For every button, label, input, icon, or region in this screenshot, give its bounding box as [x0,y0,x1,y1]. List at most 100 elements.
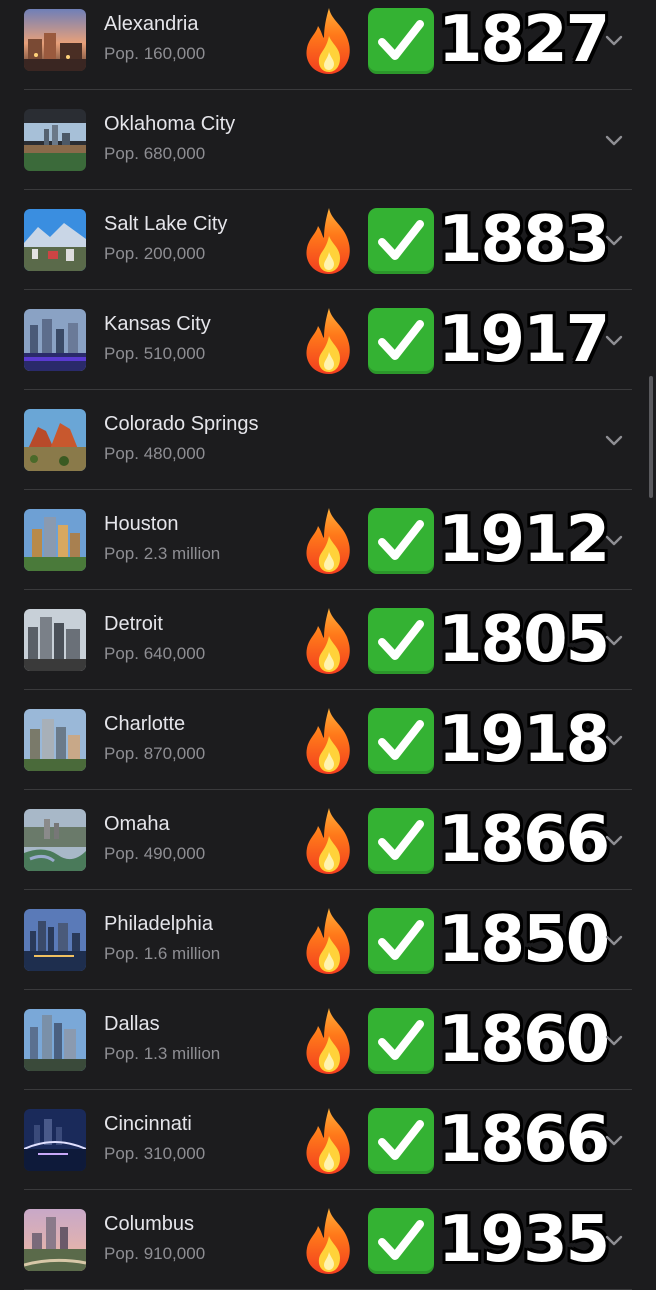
city-name: Houston [104,513,179,535]
check-mark-button-icon [368,708,434,774]
city-name: Alexandria [104,13,199,35]
city-thumbnail [24,209,86,271]
chevron-down-icon[interactable] [604,230,624,250]
fire-icon [300,606,358,676]
chevron-down-icon[interactable] [604,930,624,950]
fire-icon [300,1006,358,1076]
city-name: Salt Lake City [104,213,228,235]
chevron-down-icon[interactable] [604,1130,624,1150]
year-badge: 1935 [300,1200,612,1280]
city-row[interactable]: Charlotte Pop. 870,000 1918 [24,690,632,790]
city-population: Pop. 1.3 million [104,1044,221,1063]
fire-icon [300,6,358,76]
city-thumbnail [24,309,86,371]
fire-icon [300,706,358,776]
city-list: Alexandria Pop. 160,000 1827 Oklahoma City P… [0,0,656,1290]
city-population: Pop. 680,000 [104,144,206,163]
check-mark-button-icon [368,1208,434,1274]
city-name: Colorado Springs [104,413,259,435]
founding-year: 1883 [436,202,611,279]
chevron-down-icon[interactable] [604,630,624,650]
city-thumbnail [24,509,86,571]
city-thumbnail [24,1109,86,1171]
year-badge: 1866 [300,800,612,880]
year-badge: 1918 [300,700,612,780]
city-population: Pop. 910,000 [104,1244,206,1263]
founding-year: 1860 [436,1002,611,1079]
check-mark-button-icon [368,208,434,274]
city-row[interactable]: Cincinnati Pop. 310,000 1866 [24,1090,632,1190]
city-row[interactable]: Alexandria Pop. 160,000 1827 [24,0,632,90]
fire-icon [300,1106,358,1176]
fire-icon [300,806,358,876]
founding-year: 1805 [436,602,611,679]
fire-icon [300,306,358,376]
city-name: Philadelphia [104,913,213,935]
city-population: Pop. 480,000 [104,444,206,463]
city-row[interactable]: Houston Pop. 2.3 million 1912 [24,490,632,590]
city-population: Pop. 2.3 million [104,544,221,563]
year-badge: 1912 [300,500,612,580]
city-row[interactable]: Dallas Pop. 1.3 million 1860 [24,990,632,1090]
fire-icon [300,206,358,276]
check-mark-button-icon [368,908,434,974]
city-name: Kansas City [104,313,211,335]
city-row[interactable]: Salt Lake City Pop. 200,000 1883 [24,190,632,290]
fire-icon [300,506,358,576]
city-population: Pop. 490,000 [104,844,206,863]
founding-year: 1935 [436,1202,611,1279]
city-name: Columbus [104,1213,195,1235]
year-badge: 1805 [300,600,612,680]
chevron-down-icon[interactable] [604,1030,624,1050]
city-row[interactable]: Colorado Springs Pop. 480,000 [24,390,632,490]
chevron-down-icon[interactable] [604,530,624,550]
city-thumbnail [24,409,86,471]
check-mark-button-icon [368,308,434,374]
chevron-down-icon[interactable] [604,430,624,450]
check-mark-button-icon [368,608,434,674]
chevron-down-icon[interactable] [604,830,624,850]
year-badge: 1917 [300,300,612,380]
chevron-down-icon[interactable] [604,330,624,350]
year-badge: 1866 [300,1100,612,1180]
city-population: Pop. 200,000 [104,244,206,263]
city-thumbnail [24,909,86,971]
check-mark-button-icon [368,1108,434,1174]
city-row[interactable]: Omaha Pop. 490,000 1866 [24,790,632,890]
founding-year: 1866 [436,1102,611,1179]
city-thumbnail [24,1009,86,1071]
city-row[interactable]: Columbus Pop. 910,000 1935 [24,1190,632,1290]
founding-year: 1918 [436,702,611,779]
founding-year: 1912 [436,502,611,579]
chevron-down-icon[interactable] [604,130,624,150]
chevron-down-icon[interactable] [604,730,624,750]
city-population: Pop. 310,000 [104,1144,206,1163]
city-population: Pop. 1.6 million [104,944,221,963]
city-name: Detroit [104,613,163,635]
city-row[interactable]: Oklahoma City Pop. 680,000 [24,90,632,190]
founding-year: 1827 [436,2,611,79]
city-name: Cincinnati [104,1113,192,1135]
city-population: Pop. 640,000 [104,644,206,663]
city-thumbnail [24,809,86,871]
founding-year: 1917 [436,302,611,379]
year-badge: 1850 [300,900,612,980]
city-thumbnail [24,109,86,171]
city-row[interactable]: Detroit Pop. 640,000 1805 [24,590,632,690]
chevron-down-icon[interactable] [604,30,624,50]
city-population: Pop. 510,000 [104,344,206,363]
city-name: Omaha [104,813,170,835]
city-thumbnail [24,9,86,71]
city-name: Oklahoma City [104,113,236,135]
scroll-indicator[interactable] [649,376,653,498]
year-badge: 1883 [300,200,612,280]
chevron-down-icon[interactable] [604,1230,624,1250]
city-thumbnail [24,609,86,671]
city-row[interactable]: Kansas City Pop. 510,000 1917 [24,290,632,390]
fire-icon [300,906,358,976]
city-name: Charlotte [104,713,186,735]
city-row[interactable]: Philadelphia Pop. 1.6 million 1850 [24,890,632,990]
check-mark-button-icon [368,8,434,74]
city-population: Pop. 870,000 [104,744,206,763]
check-mark-button-icon [368,1008,434,1074]
